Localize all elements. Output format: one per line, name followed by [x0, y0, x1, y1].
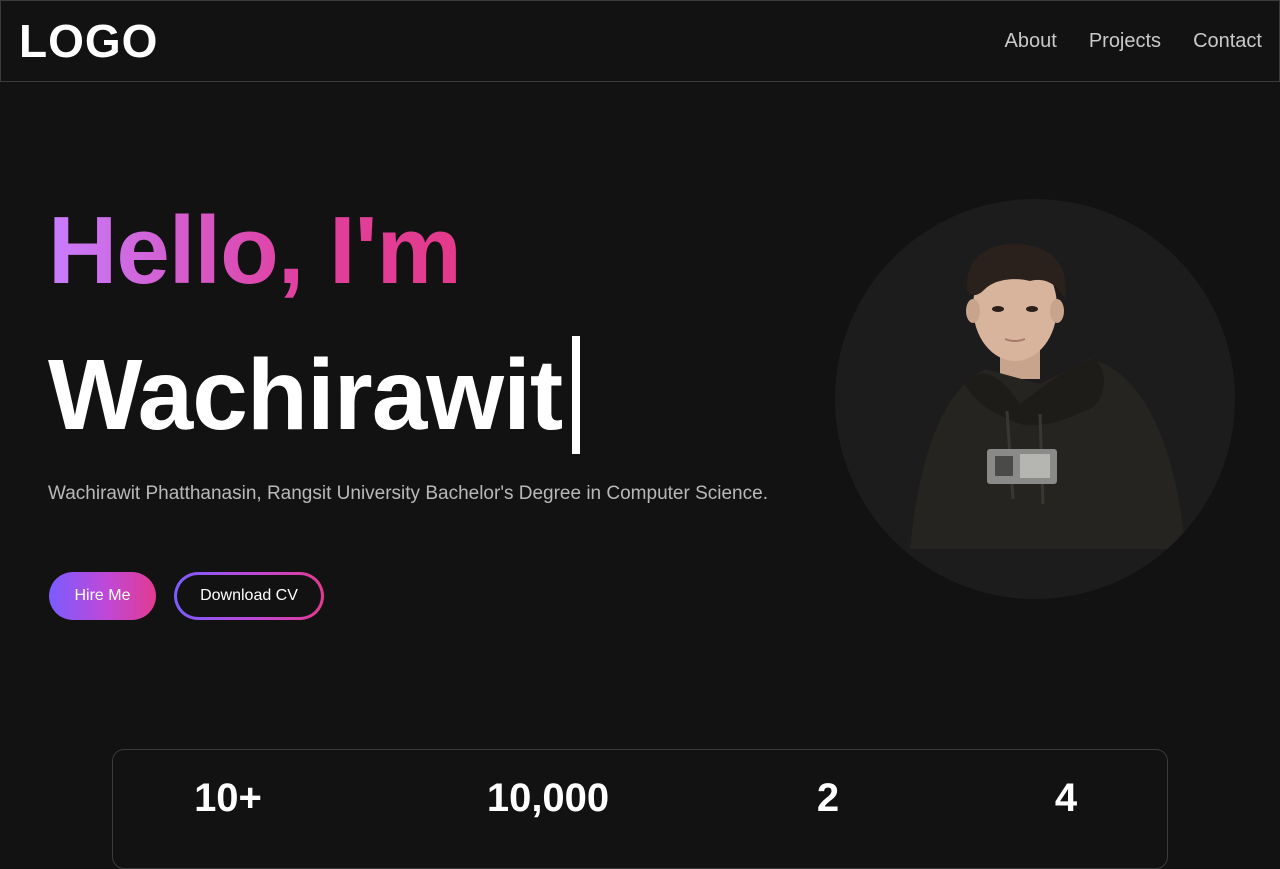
hero-buttons: Hire Me Download CV: [49, 572, 324, 620]
nav-link-projects[interactable]: Projects: [1089, 29, 1161, 53]
stat-value-1: 10+: [194, 776, 262, 820]
nav-link-about[interactable]: About: [1005, 29, 1057, 53]
photo-ear-right: [1050, 299, 1064, 323]
profile-photo: [835, 244, 1235, 599]
stat-value-4: 4: [1054, 776, 1078, 820]
typing-cursor: [572, 336, 581, 454]
download-cv-button[interactable]: Download CV: [177, 575, 321, 617]
download-cv-button-border[interactable]: Download CV: [174, 572, 324, 620]
avatar: [835, 199, 1235, 599]
nav-links: About Projects Contact: [1005, 29, 1262, 53]
stat-value-3: 2: [816, 776, 840, 820]
stat-value-2: 10,000: [486, 776, 610, 820]
photo-eye-right: [1026, 306, 1038, 312]
hero-name: Wachirawit: [48, 339, 563, 451]
photo-print-detail-2: [1020, 454, 1050, 478]
hero-name-line: Wachirawit: [48, 336, 581, 454]
nav-link-contact[interactable]: Contact: [1193, 29, 1262, 53]
logo[interactable]: LOGO: [19, 15, 158, 67]
photo-eye-left: [992, 306, 1004, 312]
navbar: LOGO About Projects Contact: [0, 0, 1280, 82]
hero-bio: Wachirawit Phatthanasin, Rangsit Univers…: [48, 483, 768, 504]
hire-me-button[interactable]: Hire Me: [49, 572, 156, 620]
photo-base: [835, 549, 1235, 599]
photo-ear-left: [966, 299, 980, 323]
hero-greeting: Hello, I'm: [48, 197, 462, 304]
photo-print-detail-1: [995, 456, 1013, 476]
stats-card: 10+ 10,000 2 4: [112, 749, 1168, 869]
